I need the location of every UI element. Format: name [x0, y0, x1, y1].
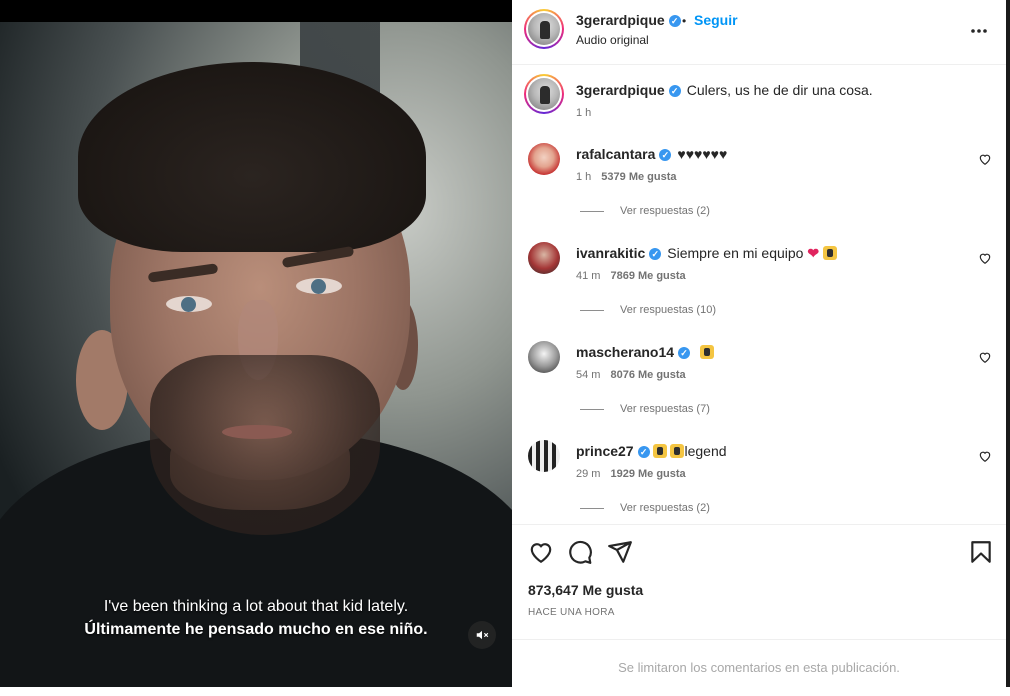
comment-time: 54 m [576, 369, 601, 381]
comment-text: legend [684, 443, 727, 459]
comment-likes[interactable]: 1929 Me gusta [610, 468, 685, 480]
share-icon[interactable] [607, 539, 633, 565]
verified-badge-icon: ✓ [659, 149, 672, 161]
caption-avatar[interactable] [524, 74, 564, 114]
audio-label[interactable]: Audio original [576, 33, 649, 47]
speaker-muted-icon [476, 630, 489, 640]
comment-likes[interactable]: 8076 Me gusta [610, 369, 685, 381]
view-replies-button[interactable]: Ver respuestas (10) [580, 304, 716, 316]
view-replies-button[interactable]: Ver respuestas (2) [580, 205, 710, 217]
emoji-icon [699, 345, 714, 359]
comment-like-icon[interactable] [978, 152, 992, 166]
comment-avatar[interactable] [528, 341, 560, 373]
video-top-bar [0, 0, 512, 22]
author-username[interactable]: 3gerardpique ✓ [576, 12, 681, 28]
comment-username[interactable]: rafalcantara [576, 146, 655, 162]
person-mouth [222, 425, 292, 439]
comments-limited-notice: Se limitaron los comentarios en esta pub… [512, 639, 1006, 688]
comment-like-icon[interactable] [978, 350, 992, 364]
post-header: 3gerardpique ✓ • Seguir Audio original [512, 0, 1006, 65]
comment-avatar[interactable] [528, 440, 560, 472]
comment-likes[interactable]: 7869 Me gusta [610, 270, 685, 282]
page-edge-strip [1006, 0, 1010, 687]
author-avatar[interactable] [524, 9, 564, 49]
person-hair [78, 62, 426, 252]
person-eye-left [166, 296, 212, 312]
post-side-panel: 3gerardpique ✓ • Seguir Audio original 3g… [512, 0, 1010, 688]
emoji-icon [822, 246, 837, 260]
comment-icon[interactable] [567, 539, 593, 565]
comment-text: ♥♥♥♥♥♥ [677, 146, 728, 162]
view-replies-button[interactable]: Ver respuestas (7) [580, 403, 710, 415]
caption-text: Culers, us he de dir una cosa. [686, 82, 873, 98]
comment-meta: 29 m 1929 Me gusta [576, 468, 686, 480]
comment-line: ivanrakitic ✓ Siempre en mi equipo ❤ [576, 245, 837, 262]
comment-username[interactable]: prince27 [576, 443, 634, 459]
person-eye-right [296, 278, 342, 294]
like-count[interactable]: 873,647 Me gusta [528, 582, 643, 598]
comment-likes[interactable]: 5379 Me gusta [601, 171, 676, 183]
follow-button[interactable]: Seguir [694, 12, 738, 28]
caption-username[interactable]: 3gerardpique [576, 82, 665, 98]
comment-meta: 54 m 8076 Me gusta [576, 369, 686, 381]
more-options-icon[interactable] [970, 18, 988, 39]
comment-line: rafalcantara ✓ ♥♥♥♥♥♥ [576, 146, 727, 162]
verified-badge-icon: ✓ [668, 85, 681, 97]
verified-badge-icon: ✓ [637, 446, 650, 458]
comment-username[interactable]: ivanrakitic [576, 245, 645, 261]
comment-time: 29 m [576, 468, 601, 480]
emoji-icon [653, 444, 668, 458]
caption-time: 1 h [576, 107, 592, 119]
verified-badge-icon: ✓ [649, 248, 662, 260]
comment-like-icon[interactable] [978, 449, 992, 463]
bookmark-icon[interactable] [968, 539, 994, 565]
heart-icon[interactable] [528, 539, 554, 565]
comment-line: mascherano14 ✓ [576, 344, 714, 360]
separator-dot: • [682, 14, 687, 28]
post-time: HACE UNA HORA [528, 607, 615, 618]
video-player[interactable]: I've been thinking a lot about that kid … [0, 0, 512, 687]
comment-time: 41 m [576, 270, 601, 282]
comment-username[interactable]: mascherano14 [576, 344, 674, 360]
post-actions: 873,647 Me gusta HACE UNA HORA [512, 524, 1006, 640]
author-username-text[interactable]: 3gerardpique [576, 12, 665, 28]
comment-avatar[interactable] [528, 242, 560, 274]
comment-time: 1 h [576, 171, 592, 183]
verified-badge-icon: ✓ [678, 347, 691, 359]
comment-line: prince27 ✓ legend [576, 443, 727, 459]
comment-meta: 1 h 5379 Me gusta [576, 171, 677, 183]
comment-avatar[interactable] [528, 143, 560, 175]
person-beard [150, 355, 380, 535]
comment-like-icon[interactable] [978, 251, 992, 265]
subtitle-spanish: Últimamente he pensado mucho en ese niño… [84, 621, 428, 638]
emoji-icon [670, 444, 685, 458]
subtitle-english: I've been thinking a lot about that kid … [103, 598, 409, 615]
caption-line: 3gerardpique ✓ Culers, us he de dir una co… [576, 82, 873, 98]
view-replies-button[interactable]: Ver respuestas (2) [580, 502, 710, 514]
red-heart-icon: ❤ [807, 245, 820, 261]
comment-meta: 41 m 7869 Me gusta [576, 270, 686, 282]
mute-button[interactable] [468, 621, 496, 649]
comment-text: Siempre en mi equipo [667, 245, 804, 261]
verified-badge-icon: ✓ [668, 15, 681, 27]
